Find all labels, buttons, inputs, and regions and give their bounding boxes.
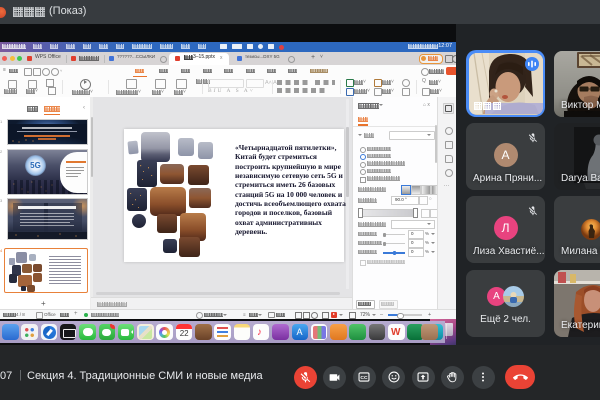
svg-text:CC: CC <box>360 375 368 381</box>
